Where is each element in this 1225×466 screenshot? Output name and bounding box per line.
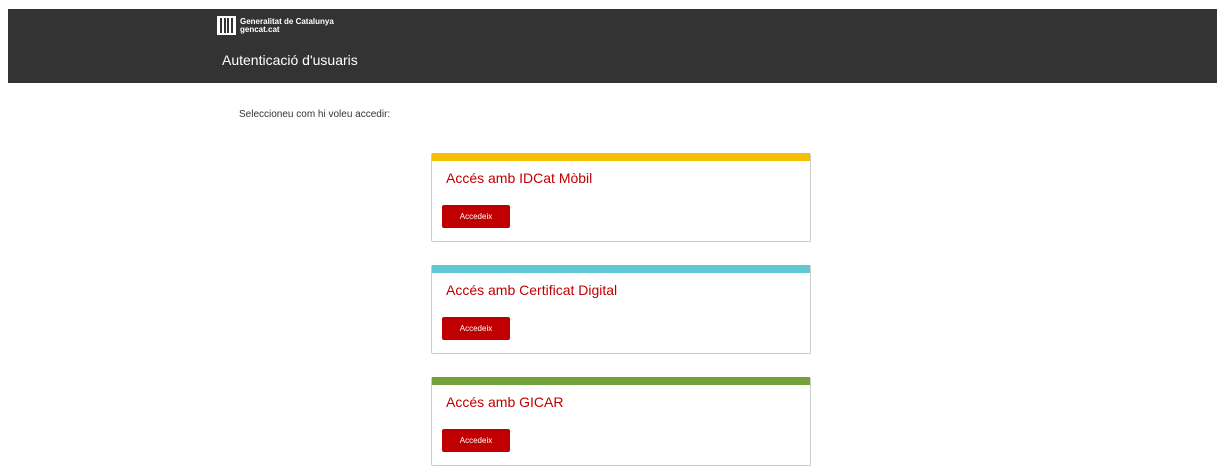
- card-color-bar: [432, 377, 810, 385]
- generalitat-logo[interactable]: Generalitat de Catalunya gencat.cat: [217, 16, 334, 35]
- card-color-bar: [432, 265, 810, 273]
- option-title: Accés amb IDCat Mòbil: [446, 170, 593, 186]
- intro-text: Seleccioneu com hi voleu accedir:: [239, 109, 391, 120]
- generalitat-logo-icon: [217, 16, 236, 35]
- login-option-certificat-digital: Accés amb Certificat Digital Accedeix: [431, 265, 811, 354]
- certificat-digital-access-button[interactable]: Accedeix: [442, 317, 510, 340]
- logo-line-2: gencat.cat: [240, 24, 280, 34]
- logo-text: Generalitat de Catalunya gencat.cat: [240, 17, 334, 34]
- login-option-gicar: Accés amb GICAR Accedeix: [431, 377, 811, 466]
- page-header: Generalitat de Catalunya gencat.cat Aute…: [8, 9, 1217, 83]
- page-title: Autenticació d'usuaris: [222, 52, 358, 68]
- option-title: Accés amb Certificat Digital: [446, 282, 618, 298]
- idcat-mobil-access-button[interactable]: Accedeix: [442, 205, 510, 228]
- login-option-idcat-mobil: Accés amb IDCat Mòbil Accedeix: [431, 153, 811, 242]
- gicar-access-button[interactable]: Accedeix: [442, 429, 510, 452]
- option-title: Accés amb GICAR: [446, 394, 564, 410]
- card-color-bar: [432, 153, 810, 161]
